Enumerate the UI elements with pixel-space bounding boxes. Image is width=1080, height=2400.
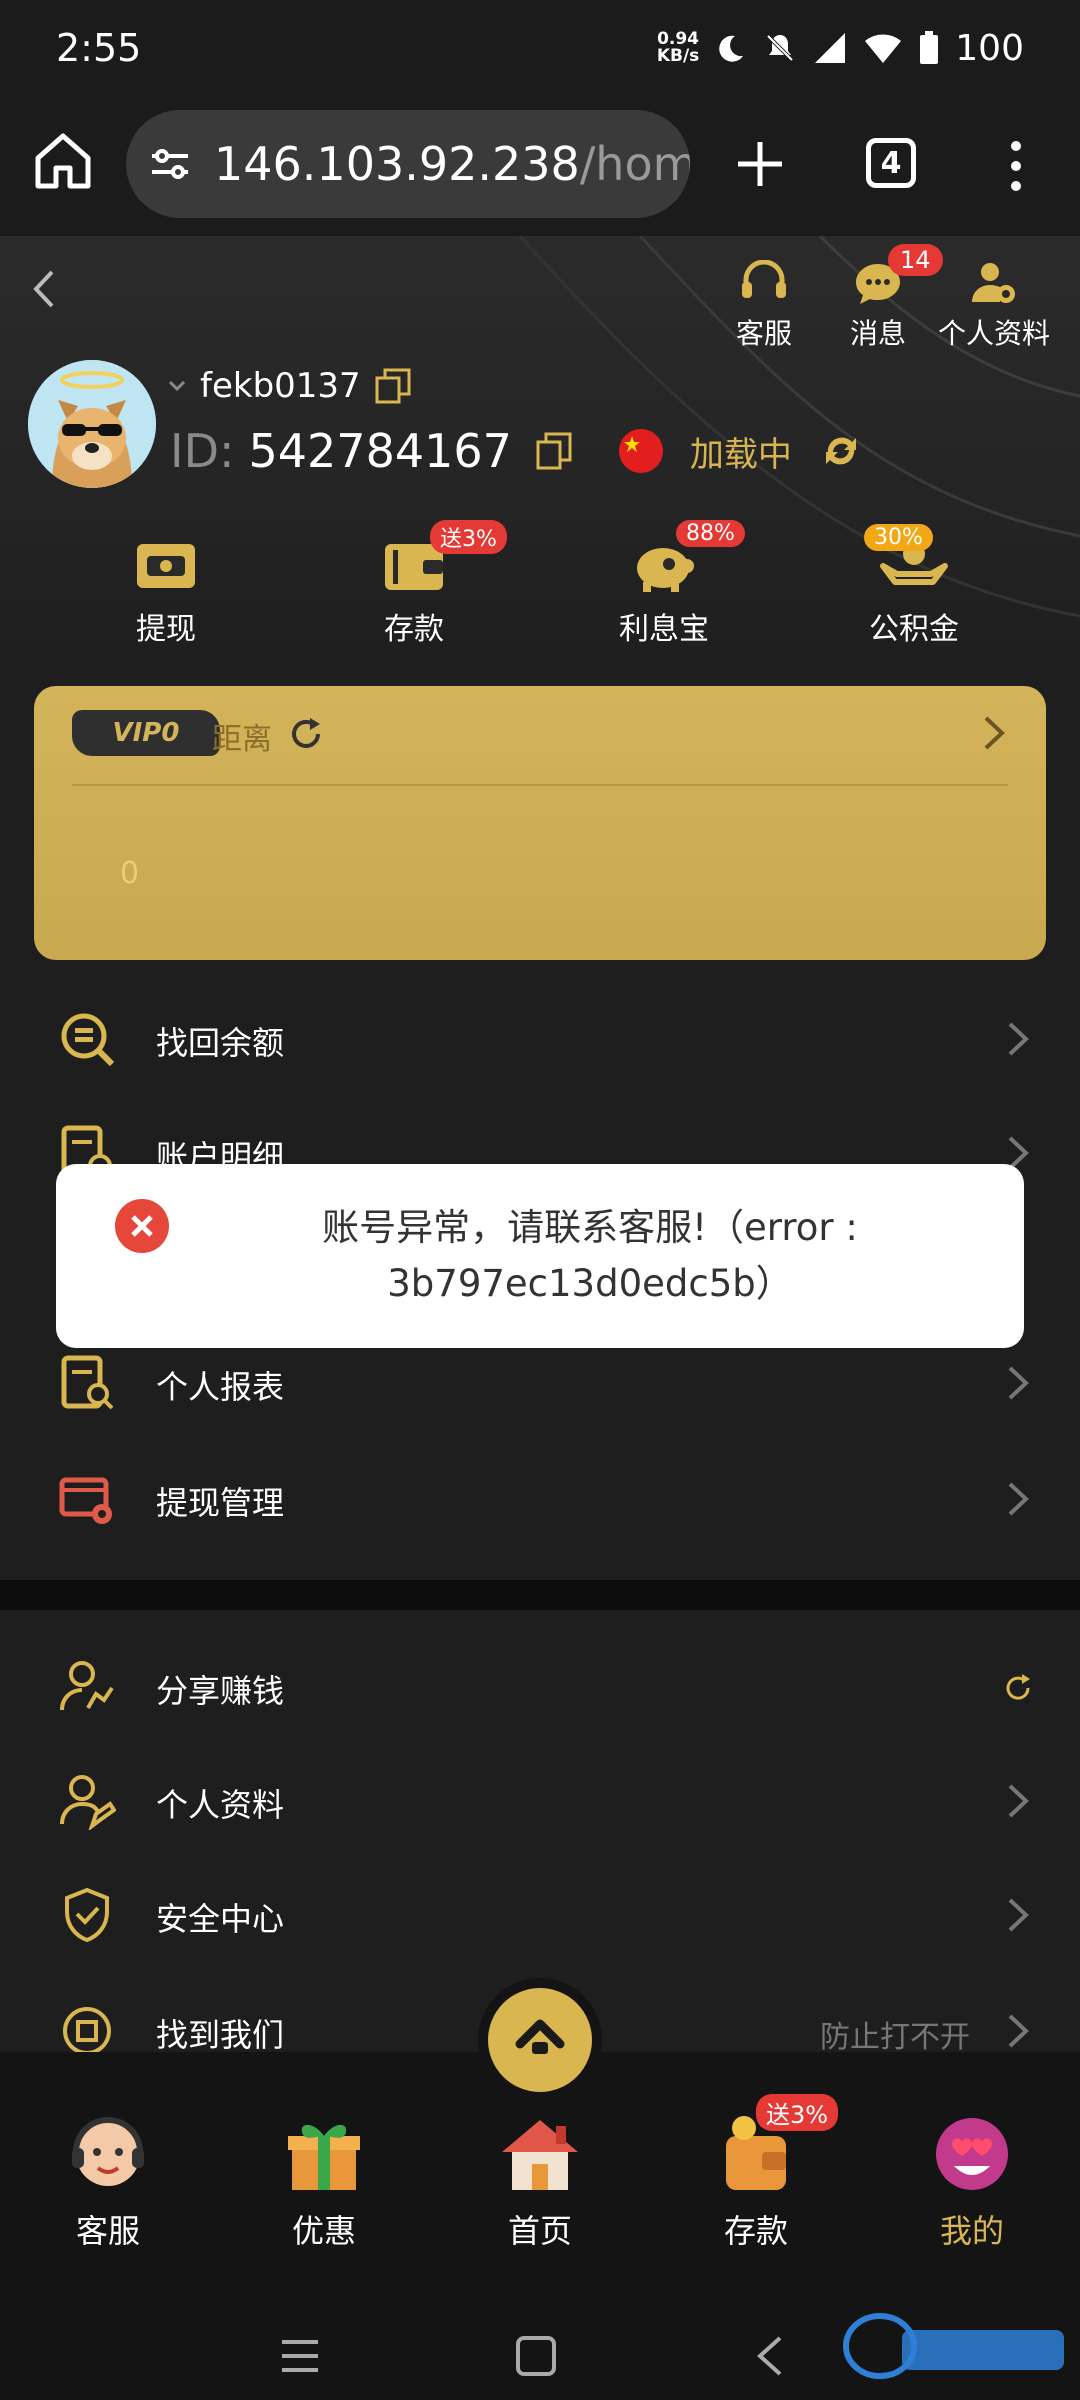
scroll-top-button[interactable] — [488, 1988, 592, 2092]
error-icon — [115, 1199, 169, 1253]
address-bar[interactable]: 146.103.92.238/home — [126, 110, 690, 218]
nav-deposit-bonus-tag: 送3% — [756, 2094, 839, 2131]
chevron-down-icon[interactable] — [166, 375, 188, 397]
nav-mine[interactable]: 我的 — [892, 2112, 1052, 2252]
header-profile[interactable]: 个人资料 — [924, 260, 1064, 352]
headset-icon — [742, 260, 786, 298]
interest-rate-tag: 88% — [676, 520, 745, 547]
moon-icon — [719, 35, 744, 62]
chevron-right-icon — [1008, 1784, 1029, 1818]
user-id: 542784167 — [248, 424, 512, 478]
wifi-icon — [865, 34, 902, 63]
menu-recover-balance[interactable]: 找回余额 — [0, 988, 1080, 1088]
watermark-logo — [843, 2313, 1064, 2379]
system-back-icon[interactable] — [752, 2334, 788, 2378]
menu-security-center[interactable]: 安全中心 — [0, 1864, 1080, 1964]
nav-promotions[interactable]: 优惠 — [244, 2112, 404, 2252]
id-label: ID: — [170, 424, 235, 478]
battery-level: 100 — [955, 27, 1024, 69]
quick-fund[interactable]: 公积金 — [834, 536, 994, 648]
quick-withdraw[interactable]: 提现 — [86, 536, 246, 648]
back-icon[interactable] — [24, 264, 64, 314]
battery-icon — [920, 31, 939, 64]
bell-muted-icon — [766, 34, 794, 62]
report-icon — [61, 1355, 114, 1410]
menu-withdraw-management[interactable]: 提现管理 — [0, 1448, 1080, 1548]
share-refresh-icon[interactable] — [1004, 1666, 1032, 1708]
share-earn-icon — [60, 1661, 114, 1711]
vip-refresh-icon[interactable] — [286, 714, 326, 754]
network-speed: 0.94 KB/s — [656, 29, 700, 66]
error-toast: 账号异常，请联系客服!（error : 3b797ec13d0edc5b） — [56, 1164, 1024, 1348]
vip-card[interactable]: VIP0 距离 0 — [34, 686, 1046, 960]
chevron-right-icon — [1008, 1366, 1029, 1400]
copy-id-icon[interactable] — [534, 430, 574, 472]
status-bar: 2:55 0.94 KB/s 100 — [0, 0, 1080, 100]
menu-share-earn[interactable]: 分享赚钱 — [0, 1636, 1080, 1736]
region-loading-text: 加载中 — [689, 434, 792, 475]
section-divider — [0, 1580, 1080, 1610]
profile-gear-icon — [972, 263, 1015, 303]
signal-icon — [815, 33, 846, 63]
heart-eyes-emoji-icon — [936, 2118, 1008, 2190]
fund-rate-tag: 30% — [864, 524, 933, 551]
double-chevron-up-icon — [515, 2019, 565, 2054]
chevron-right-icon — [1008, 1898, 1029, 1932]
avatar[interactable] — [28, 360, 156, 488]
recent-apps-icon[interactable] — [278, 2334, 322, 2378]
quick-interest[interactable]: 利息宝 — [584, 536, 744, 648]
status-time: 2:55 — [56, 26, 142, 70]
chevron-right-icon — [1008, 1482, 1029, 1516]
vip-chevron-right-icon[interactable] — [980, 712, 1008, 754]
chevron-right-icon — [1008, 1022, 1029, 1056]
recover-balance-icon — [61, 1013, 115, 1067]
find-us-hint: 防止打不开 — [820, 2020, 970, 2052]
withdraw-manage-icon — [59, 1477, 112, 1524]
site-settings-icon[interactable] — [148, 142, 192, 186]
quick-actions: 提现 存款 送3% 利息宝 88% 公积金 30% — [0, 520, 1080, 666]
refresh-icon[interactable] — [820, 430, 862, 472]
status-icons: 0.94 KB/s 100 — [657, 24, 1024, 72]
vip-level-badge: VIP0 — [72, 710, 220, 756]
vip-distance-label: 距离 — [212, 722, 272, 757]
username: fekb0137 — [200, 366, 361, 406]
home-icon[interactable] — [30, 128, 96, 194]
deposit-bonus-tag: 送3% — [430, 520, 507, 554]
house-icon — [502, 2120, 578, 2190]
find-us-icon — [63, 2007, 111, 2052]
more-menu-icon[interactable] — [1002, 136, 1030, 196]
user-id-row: ID: 542784167 加载中 — [170, 424, 862, 478]
doge-avatar-image — [28, 360, 156, 488]
new-tab-icon[interactable] — [732, 136, 788, 192]
china-flag-icon — [618, 429, 663, 473]
username-row: fekb0137 — [166, 366, 413, 406]
tab-switcher-button[interactable]: 4 — [866, 138, 916, 188]
profile-edit-icon — [60, 1775, 116, 1830]
copy-username-icon[interactable] — [373, 366, 413, 406]
error-message: 账号异常，请联系客服!（error : 3b797ec13d0edc5b） — [322, 1206, 858, 1305]
support-agent-icon — [72, 2117, 144, 2186]
shield-check-icon — [65, 1887, 109, 1943]
profile-header: 客服 消息 14 个人资料 fekb0137 ID: 542784167 加载中… — [0, 236, 1080, 676]
vip-progress-value: 0 — [120, 856, 140, 891]
chevron-right-icon — [1008, 2014, 1029, 2048]
nav-home[interactable]: 首页 — [460, 2112, 620, 2252]
browser-toolbar: 146.103.92.238/home 4 — [0, 100, 1080, 236]
system-navigation-bar — [0, 2290, 1080, 2400]
url-text[interactable]: 146.103.92.238/home — [214, 137, 690, 191]
gift-icon — [288, 2124, 360, 2190]
nav-customer-service[interactable]: 客服 — [28, 2112, 188, 2252]
home-square-icon[interactable] — [514, 2334, 558, 2378]
menu-profile[interactable]: 个人资料 — [0, 1750, 1080, 1850]
vip-divider — [72, 784, 1008, 786]
withdraw-icon — [137, 544, 195, 588]
page-content: 客服 消息 14 个人资料 fekb0137 ID: 542784167 加载中… — [0, 236, 1080, 2052]
nav-deposit[interactable]: 存款 — [676, 2112, 836, 2252]
